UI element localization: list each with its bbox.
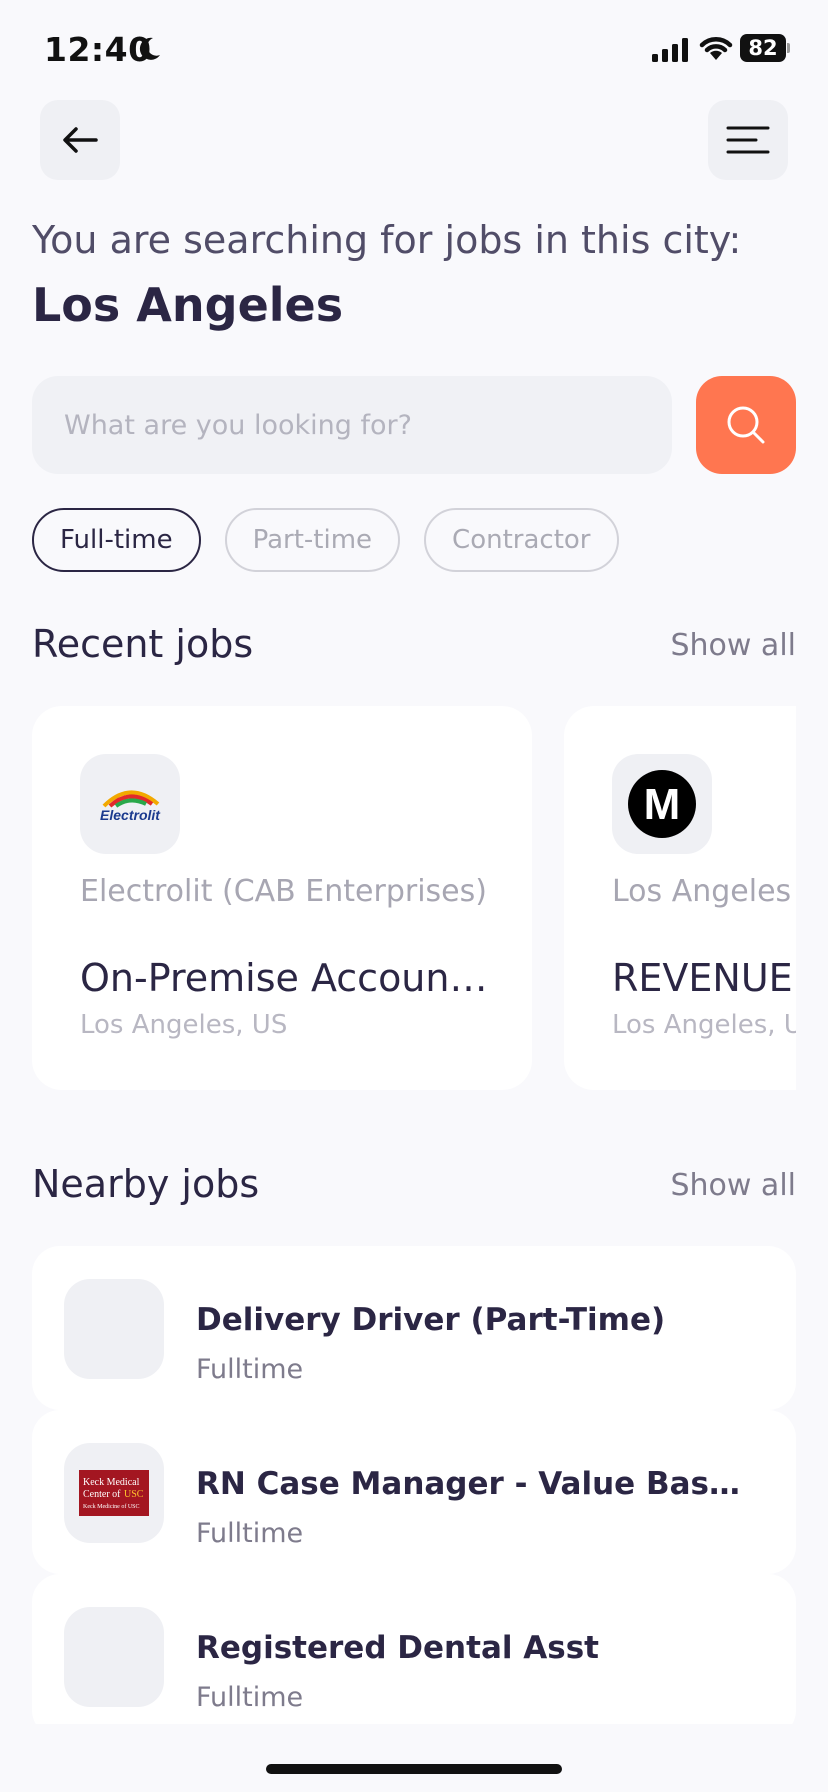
recent-jobs-show-all-link[interactable]: Show all (670, 628, 796, 663)
job-type: Fulltime (196, 1354, 304, 1385)
nearby-job-item[interactable]: Keck Medical Center of USC Keck Medicine… (32, 1410, 796, 1574)
company-logo: Electrolit (80, 754, 180, 854)
moon-icon (139, 37, 160, 60)
job-title: RN Case Manager - Value Based Care (196, 1466, 756, 1502)
keck-medicine-logo: Keck Medical Center of USC Keck Medicine… (79, 1470, 149, 1516)
job-location: Los Angeles, US (612, 1010, 796, 1040)
recent-job-card[interactable]: Electrolit Electrolit (CAB Enterprises) … (32, 706, 532, 1090)
battery-indicator: 82 (740, 34, 790, 62)
job-title: Delivery Driver (Part-Time) (196, 1302, 666, 1338)
menu-button[interactable] (708, 100, 788, 180)
job-type: Fulltime (196, 1682, 304, 1713)
company-logo: Keck Medical Center of USC Keck Medicine… (64, 1443, 164, 1543)
svg-text:USC: USC (124, 1489, 144, 1500)
svg-text:Keck Medicine of USC: Keck Medicine of USC (83, 1503, 140, 1510)
recent-job-card[interactable]: M Los Angeles REVENUE Los Angeles, US (564, 706, 796, 1090)
svg-text:Electrolit: Electrolit (100, 807, 161, 823)
city-name: Los Angeles (32, 278, 344, 332)
filter-chip-full-time[interactable]: Full-time (32, 508, 201, 572)
svg-text:Keck Medical: Keck Medical (83, 1477, 140, 1488)
nearby-job-item[interactable]: Registered Dental Asst Fulltime (32, 1574, 796, 1724)
cellular-signal-icon (652, 38, 688, 62)
search-icon (727, 406, 765, 444)
job-title: Registered Dental Asst (196, 1630, 599, 1666)
nearby-jobs-title: Nearby jobs (32, 1162, 260, 1206)
svg-text:M: M (644, 780, 681, 829)
electrolit-logo: Electrolit (100, 790, 161, 823)
hamburger-menu-icon (726, 126, 770, 154)
wifi-icon (699, 37, 733, 60)
search-city-subtitle: You are searching for jobs in this city: (32, 218, 742, 262)
search-button[interactable] (696, 376, 796, 474)
company-logo-placeholder (64, 1279, 164, 1379)
job-type: Fulltime (196, 1518, 304, 1549)
company-logo-placeholder (64, 1607, 164, 1707)
filter-chip-contractor[interactable]: Contractor (424, 508, 619, 572)
filter-chip-part-time[interactable]: Part-time (224, 508, 401, 572)
job-company: Los Angeles (612, 874, 792, 909)
recent-jobs-title: Recent jobs (32, 622, 254, 666)
job-company: Electrolit (CAB Enterprises) (80, 874, 487, 909)
svg-text:Center of: Center of (83, 1489, 121, 1500)
nearby-jobs-show-all-link[interactable]: Show all (670, 1168, 796, 1203)
job-title: REVENUE (612, 956, 793, 1000)
nearby-job-item[interactable]: Delivery Driver (Part-Time) Fulltime (32, 1246, 796, 1410)
recent-jobs-carousel[interactable]: Electrolit Electrolit (CAB Enterprises) … (32, 706, 796, 1090)
search-input[interactable] (32, 376, 672, 474)
job-location: Los Angeles, US (80, 1010, 288, 1040)
back-button[interactable] (40, 100, 120, 180)
nearby-jobs-list: Delivery Driver (Part-Time) Fulltime Kec… (32, 1246, 796, 1724)
jobs-search-screen: 12:40 82 You are searching for jobs in t… (0, 0, 828, 1792)
job-title: On-Premise Account Manager (80, 956, 500, 1000)
battery-level: 82 (740, 34, 786, 62)
arrow-left-icon (63, 127, 98, 153)
status-bar: 12:40 82 (0, 0, 828, 100)
company-logo: M (612, 754, 712, 854)
home-indicator[interactable] (266, 1764, 562, 1774)
battery-cap (787, 43, 790, 53)
metro-logo: M (628, 770, 696, 838)
job-type-filters: Full-time Part-time Contractor (32, 508, 619, 572)
